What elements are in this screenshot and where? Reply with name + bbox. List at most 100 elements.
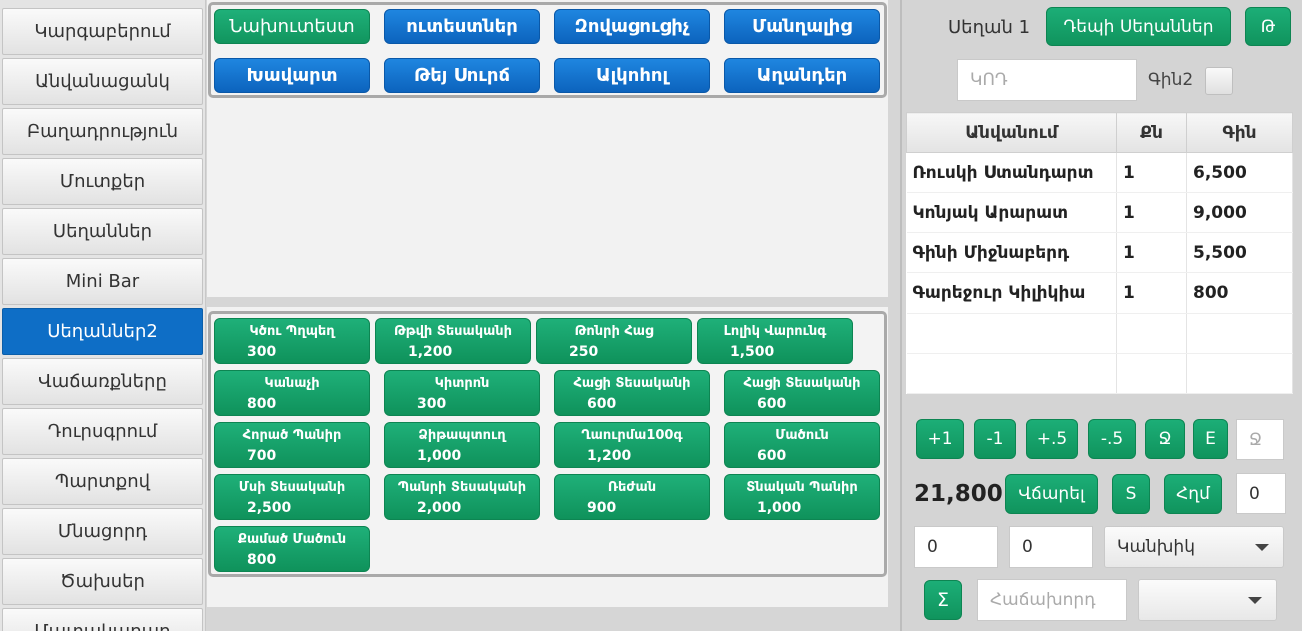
empty-row bbox=[906, 353, 1293, 395]
product-name: Մածուն bbox=[775, 428, 829, 443]
product-price: 800 bbox=[247, 396, 277, 412]
category-appetizers-button[interactable]: Նախուտեստ bbox=[214, 9, 370, 44]
nav-item-tables[interactable]: Սեղաններ bbox=[2, 208, 203, 255]
table-row[interactable]: Կոնյակ Արարատ 1 9,000 bbox=[906, 192, 1293, 234]
product-button[interactable]: Լոլիկ Վարունգ 1,500 bbox=[697, 318, 853, 364]
category-tea-coffee-button[interactable]: Թեյ Սուրճ bbox=[384, 58, 540, 93]
category-garnish-button[interactable]: Խավարտ bbox=[214, 58, 370, 93]
row-name: Ռուսկի Ստանդարտ bbox=[906, 152, 1117, 194]
row-qty: 1 bbox=[1116, 192, 1187, 234]
chevron-down-icon bbox=[1248, 597, 1262, 604]
nav-item-sales[interactable]: Վաճառքները bbox=[2, 358, 203, 405]
nav-item-tables2[interactable]: Սեղաններ2 bbox=[2, 308, 203, 355]
sidebar-nav: Կարգաբերում Անվանացանկ Բաղադրություն Մու… bbox=[0, 0, 206, 631]
nav-item-expenses[interactable]: Ծախսեր bbox=[2, 558, 203, 605]
row-price: 9,000 bbox=[1186, 192, 1293, 234]
product-name: Մսի Տեսականի bbox=[238, 480, 346, 495]
order-total: 21,800 bbox=[914, 481, 1003, 507]
table-row[interactable]: Գարեջուր Կիլիկիա 1 800 bbox=[906, 272, 1293, 314]
nav-item-debt[interactable]: Պարտքով bbox=[2, 458, 203, 505]
product-button[interactable]: Թթվի Տեսականի 1,200 bbox=[375, 318, 531, 364]
category-dessert-button[interactable]: Աղանդեր bbox=[724, 58, 880, 93]
customer-select[interactable] bbox=[1138, 579, 1277, 621]
code-input[interactable] bbox=[957, 59, 1137, 101]
minus-one-button[interactable]: -1 bbox=[974, 419, 1016, 459]
customer-input[interactable] bbox=[977, 579, 1127, 621]
product-button[interactable]: Հացի Տեսականի 600 bbox=[554, 370, 710, 416]
product-name: Քամած Մածուն bbox=[237, 532, 347, 547]
product-name: Թոնրի Հաց bbox=[574, 324, 654, 339]
product-button[interactable]: Պանրի Տեսականի 2,000 bbox=[384, 474, 540, 520]
product-button[interactable]: Կանաչի 800 bbox=[214, 370, 370, 416]
product-button[interactable]: Տնական Պանիր 1,000 bbox=[724, 474, 880, 520]
table-row[interactable]: Գինի Միջնաբերդ 1 5,500 bbox=[906, 232, 1293, 274]
table-row[interactable]: Ռուսկի Ստանդարտ 1 6,500 bbox=[906, 152, 1293, 194]
e-button[interactable]: E bbox=[1193, 419, 1228, 459]
product-button[interactable]: Հորած Պանիր 700 bbox=[214, 422, 370, 468]
product-name: Հորած Պանիր bbox=[242, 428, 342, 443]
nav-item-menu[interactable]: Անվանացանկ bbox=[2, 58, 203, 105]
amount-field-2[interactable] bbox=[1009, 526, 1093, 568]
pay-button[interactable]: Վճարել bbox=[1005, 474, 1098, 514]
row-qty: 1 bbox=[1116, 272, 1187, 314]
delete-button[interactable]: Հղմ bbox=[1164, 474, 1222, 514]
t-button[interactable]: Թ bbox=[1245, 7, 1291, 46]
product-button[interactable]: Հացի Տեսականի 600 bbox=[724, 370, 880, 416]
to-tables-button[interactable]: Դեպի Սեղաններ bbox=[1046, 7, 1231, 46]
product-price: 2,500 bbox=[247, 500, 292, 516]
product-button[interactable]: Ռեժան 900 bbox=[554, 474, 710, 520]
product-price: 1,500 bbox=[730, 344, 775, 360]
nav-item-stock[interactable]: Մնացորդ bbox=[2, 508, 203, 555]
product-button[interactable]: Թոնրի Հաց 250 bbox=[536, 318, 692, 364]
price2-checkbox[interactable] bbox=[1205, 67, 1233, 95]
q-button[interactable]: Ջ bbox=[1145, 419, 1185, 459]
row-qty: 1 bbox=[1116, 232, 1187, 274]
row-name: Գարեջուր Կիլիկիա bbox=[906, 272, 1117, 314]
category-alcohol-button[interactable]: Ալկոհոլ bbox=[554, 58, 710, 93]
product-price: 600 bbox=[757, 396, 787, 412]
plus-one-button[interactable]: +1 bbox=[916, 419, 964, 459]
product-button[interactable]: Կծու Պղպեղ 300 bbox=[214, 318, 370, 364]
product-price: 1,000 bbox=[757, 500, 802, 516]
category-grill-button[interactable]: Մանղալից bbox=[724, 9, 880, 44]
nav-item-recipes[interactable]: Բաղադրություն bbox=[2, 108, 203, 155]
empty-row bbox=[906, 313, 1293, 354]
product-name: Կծու Պղպեղ bbox=[249, 324, 335, 339]
discount-input[interactable] bbox=[1236, 473, 1286, 514]
product-price: 300 bbox=[417, 396, 447, 412]
s-button[interactable]: S bbox=[1112, 474, 1150, 514]
product-button[interactable]: Կիտրոն 300 bbox=[384, 370, 540, 416]
product-button[interactable]: Ղաուրմա100գ 1,200 bbox=[554, 422, 710, 468]
chevron-down-icon bbox=[1255, 544, 1269, 551]
product-button[interactable]: Մածուն 600 bbox=[724, 422, 880, 468]
product-button[interactable]: Ձիթապտուղ 1,000 bbox=[384, 422, 540, 468]
sum-button[interactable]: Σ bbox=[924, 580, 962, 620]
nav-item-supplier[interactable]: Մատակարար bbox=[2, 608, 203, 631]
category-dishes-button[interactable]: ուտեստներ bbox=[384, 9, 540, 44]
nav-item-settings[interactable]: Կարգաբերում bbox=[2, 8, 203, 55]
product-name: Ձիթապտուղ bbox=[418, 428, 506, 443]
product-button[interactable]: Քամած Մածուն 800 bbox=[214, 526, 370, 572]
column-header-qty[interactable]: Քն bbox=[1116, 112, 1187, 153]
category-soft-drinks-button[interactable]: Զովացուցիչ bbox=[554, 9, 710, 44]
nav-item-write-off[interactable]: Դուրսգրում bbox=[2, 408, 203, 455]
product-name: Կիտրոն bbox=[434, 376, 490, 391]
nav-item-mini-bar[interactable]: Mini Bar bbox=[2, 258, 203, 305]
amount-field-1[interactable] bbox=[914, 526, 998, 568]
nav-item-incomings[interactable]: Մուտքեր bbox=[2, 158, 203, 205]
product-button[interactable]: Մսի Տեսականի 2,500 bbox=[214, 474, 370, 520]
minus-half-button[interactable]: -.5 bbox=[1088, 419, 1136, 459]
product-price: 1,200 bbox=[587, 448, 632, 464]
product-price: 600 bbox=[757, 448, 787, 464]
product-name: Հացի Տեսականի bbox=[573, 376, 691, 391]
row-price: 6,500 bbox=[1186, 152, 1293, 194]
quantity-input[interactable] bbox=[1236, 419, 1284, 460]
plus-half-button[interactable]: +.5 bbox=[1026, 419, 1078, 459]
payment-type-select[interactable]: Կանխիկ bbox=[1104, 526, 1284, 568]
row-qty: 1 bbox=[1116, 152, 1187, 194]
product-name: Կանաչի bbox=[264, 376, 320, 391]
product-price: 250 bbox=[569, 344, 599, 360]
column-header-name[interactable]: Անվանում bbox=[906, 112, 1117, 153]
table-label: Սեղան 1 bbox=[948, 16, 1031, 38]
column-header-price[interactable]: Գին bbox=[1186, 112, 1293, 153]
